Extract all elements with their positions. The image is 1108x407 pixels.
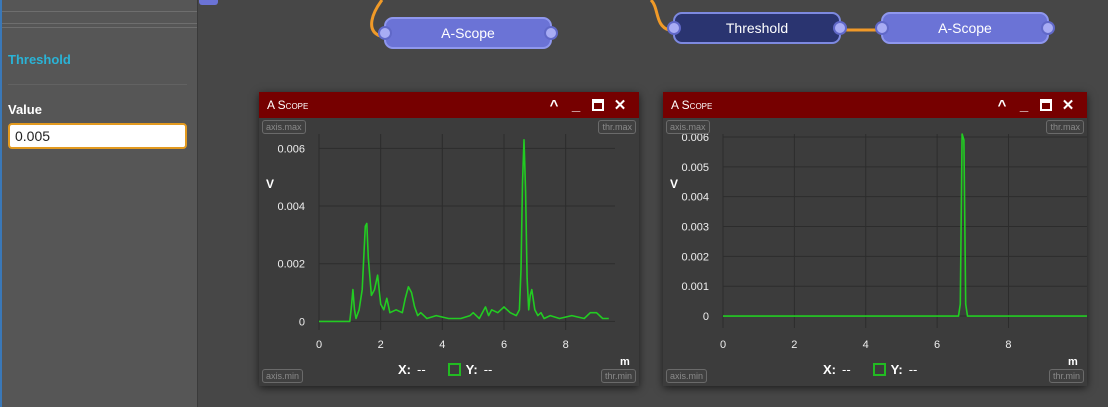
- maximize-icon[interactable]: [1035, 92, 1057, 118]
- axis-max-badge[interactable]: axis.max: [262, 120, 306, 134]
- y-tick-label: 0.001: [681, 281, 709, 293]
- x-tick-label: 4: [863, 339, 869, 351]
- threshold-max-badge[interactable]: thr.max: [1046, 120, 1084, 134]
- divider: [8, 84, 187, 85]
- y-tick-label: 0.005: [681, 162, 709, 174]
- y-tick-label: 0.002: [277, 259, 305, 271]
- y-tick-label: 0.006: [277, 143, 305, 155]
- plot-area[interactable]: 00.0010.0020.0030.0040.0050.0060 2 4 6 8: [663, 118, 1087, 386]
- y-tick-label: 0.002: [681, 251, 709, 263]
- minimize-icon[interactable]: _: [1013, 92, 1035, 118]
- y-axis-label: V: [266, 177, 275, 191]
- x-tick-label: 6: [501, 339, 507, 351]
- threshold-min-badge[interactable]: thr.min: [1048, 369, 1084, 383]
- window-title: A Scope: [671, 98, 713, 112]
- threshold-max-badge[interactable]: thr.max: [598, 120, 636, 134]
- a-scope-node[interactable]: A-Scope: [875, 12, 1055, 44]
- x-value: --: [842, 362, 851, 377]
- x-label: X:: [823, 362, 836, 377]
- series-toggle[interactable]: [872, 363, 886, 376]
- window-titlebar[interactable]: A Scope ^ _ ✕: [259, 92, 639, 118]
- section-title: Threshold: [8, 52, 71, 67]
- panel-edge: [0, 0, 2, 407]
- node-label: Threshold: [725, 20, 789, 36]
- y-tick-label: 0.004: [277, 201, 305, 213]
- x-axis-label: m: [1068, 356, 1078, 368]
- collapse-icon[interactable]: ^: [991, 92, 1013, 118]
- node-label: A-Scope: [441, 25, 495, 41]
- divider: [2, 27, 197, 28]
- divider: [2, 23, 197, 24]
- scope-window[interactable]: A Scope ^ _ ✕ 0 0.001 0.002 0.003 0.004 0.005…: [663, 92, 1087, 386]
- x-value: --: [417, 362, 426, 377]
- scope-window[interactable]: A Scope ^ _ ✕ 0 0.002 0.004 0.006 0 2 4 6 8 axis…: [259, 92, 639, 386]
- input-port[interactable]: [378, 26, 392, 40]
- cursor-readout: X: -- Y: --: [398, 362, 514, 377]
- node-label: A-Scope: [938, 20, 992, 36]
- x-axis-label: m: [620, 356, 630, 368]
- y-tick-label: 0: [299, 316, 305, 328]
- y-value: --: [483, 362, 493, 377]
- a-scope-node[interactable]: A-Scope: [378, 17, 558, 49]
- minimize-icon[interactable]: _: [565, 92, 587, 118]
- cursor-readout: X: -- Y: --: [823, 362, 939, 377]
- x-tick-label: 8: [563, 339, 569, 351]
- x-tick-label: 8: [1005, 339, 1011, 351]
- series-line: [723, 133, 1087, 317]
- input-port[interactable]: [667, 21, 681, 35]
- y-tick-label: 0.003: [681, 222, 709, 234]
- x-tick-label: 6: [934, 339, 940, 351]
- output-port[interactable]: [544, 26, 558, 40]
- x-tick-label: 2: [791, 339, 797, 351]
- y-tick-label: 0.004: [681, 192, 709, 204]
- y-value: --: [908, 362, 918, 377]
- close-icon[interactable]: ✕: [609, 92, 631, 118]
- threshold-node[interactable]: Threshold: [667, 12, 847, 44]
- close-icon[interactable]: ✕: [1057, 92, 1079, 118]
- plot-area[interactable]: 0 0.002 0.004 0.006 0 2 4 6 8: [259, 118, 639, 386]
- maximize-icon[interactable]: [587, 92, 609, 118]
- value-label: Value: [8, 102, 42, 117]
- output-port[interactable]: [833, 21, 847, 35]
- threshold-min-badge[interactable]: thr.min: [600, 369, 636, 383]
- x-tick-label: 2: [378, 339, 384, 351]
- x-tick-label: 0: [316, 339, 322, 351]
- value-input[interactable]: [8, 123, 187, 149]
- x-tick-label: 4: [439, 339, 445, 351]
- x-tick-label: 0: [720, 339, 726, 351]
- axis-min-badge[interactable]: axis.min: [666, 369, 708, 383]
- y-tick-label: 0: [703, 311, 709, 323]
- axis-min-badge[interactable]: axis.min: [262, 369, 304, 383]
- y-label: Y:: [890, 362, 903, 377]
- series-toggle[interactable]: [447, 363, 461, 376]
- input-port[interactable]: [875, 21, 889, 35]
- x-label: X:: [398, 362, 411, 377]
- y-label: Y:: [465, 362, 478, 377]
- y-axis-label: V: [670, 177, 679, 191]
- properties-panel: Threshold Value: [0, 0, 198, 407]
- window-titlebar[interactable]: A Scope ^ _ ✕: [663, 92, 1087, 118]
- divider: [2, 11, 197, 12]
- collapse-icon[interactable]: ^: [543, 92, 565, 118]
- axis-max-badge[interactable]: axis.max: [666, 120, 710, 134]
- window-title: A Scope: [267, 98, 309, 112]
- output-port[interactable]: [1041, 21, 1055, 35]
